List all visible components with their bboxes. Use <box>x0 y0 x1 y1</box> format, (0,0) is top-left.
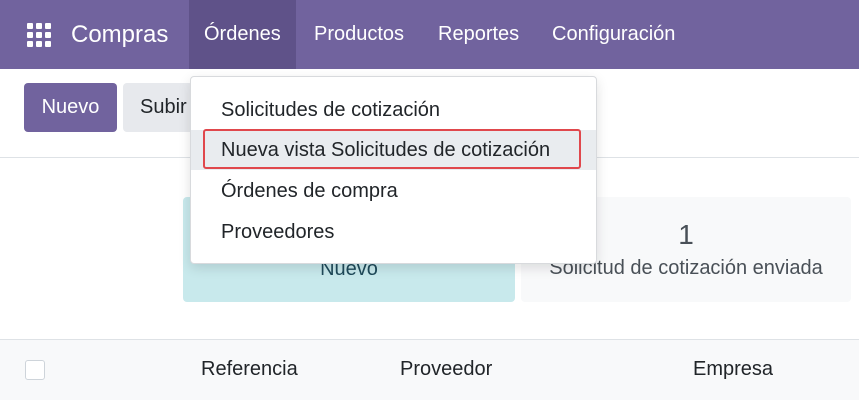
select-all-checkbox[interactable] <box>25 360 45 380</box>
app-name[interactable]: Compras <box>71 21 168 49</box>
apps-menu-icon[interactable] <box>27 23 51 47</box>
column-header-vendor[interactable]: Proveedor <box>400 358 492 381</box>
menu-item-rfq[interactable]: Solicitudes de cotización <box>191 90 596 130</box>
column-header-company[interactable]: Empresa <box>693 358 773 381</box>
column-header-reference[interactable]: Referencia <box>201 358 298 381</box>
nav-item-ordenes[interactable]: Órdenes <box>189 0 296 69</box>
table-header: Referencia Proveedor Empresa <box>0 339 859 400</box>
nav-item-configuracion[interactable]: Configuración <box>537 0 690 69</box>
card-count: 1 <box>678 219 694 250</box>
nav-item-productos[interactable]: Productos <box>299 0 419 69</box>
ordenes-dropdown-menu: Solicitudes de cotización Nueva vista So… <box>190 76 597 264</box>
menu-item-new-rfq-view[interactable]: Nueva vista Solicitudes de cotización <box>191 130 596 170</box>
new-button[interactable]: Nuevo <box>24 83 117 132</box>
nav-item-reportes[interactable]: Reportes <box>423 0 534 69</box>
menu-item-vendors[interactable]: Proveedores <box>191 212 596 252</box>
top-navbar: Compras Órdenes Productos Reportes Confi… <box>0 0 859 69</box>
menu-item-purchase-orders[interactable]: Órdenes de compra <box>191 171 596 211</box>
